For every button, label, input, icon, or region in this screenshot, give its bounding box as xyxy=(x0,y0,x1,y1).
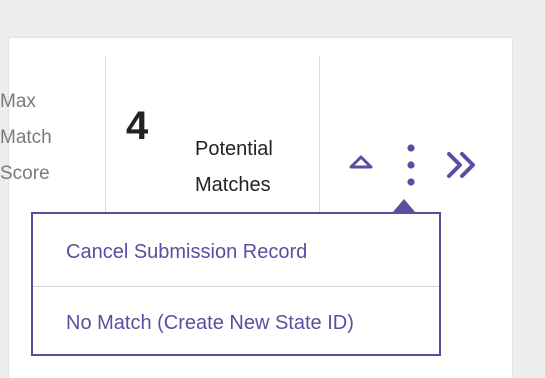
potential-matches-count: 4 xyxy=(126,104,149,148)
expand-button[interactable] xyxy=(444,150,482,180)
matches-label-line: Matches xyxy=(195,174,271,196)
dropdown-caret xyxy=(393,199,415,212)
menu-item-no-match-create-new-state-id[interactable]: No Match (Create New State ID) xyxy=(33,287,439,359)
max-match-score-label: Max Match Score xyxy=(0,84,80,192)
matches-label-line: Potential xyxy=(195,138,273,160)
menu-item-cancel-submission-record[interactable]: Cancel Submission Record xyxy=(33,216,439,288)
potential-matches-label: Potential Matches xyxy=(195,131,273,203)
score-label-line: Score xyxy=(0,163,50,184)
chevron-up-icon xyxy=(349,155,373,169)
double-chevron-right-icon xyxy=(447,152,475,178)
column-divider xyxy=(319,56,320,216)
column-divider xyxy=(105,56,106,216)
kebab-menu-icon xyxy=(407,144,415,186)
more-options-button[interactable] xyxy=(403,143,419,191)
score-label-line: Match xyxy=(0,127,52,148)
score-label-line: Max xyxy=(0,91,36,112)
collapse-button[interactable] xyxy=(347,152,375,172)
actions-dropdown-menu: Cancel Submission Record No Match (Creat… xyxy=(31,212,441,356)
